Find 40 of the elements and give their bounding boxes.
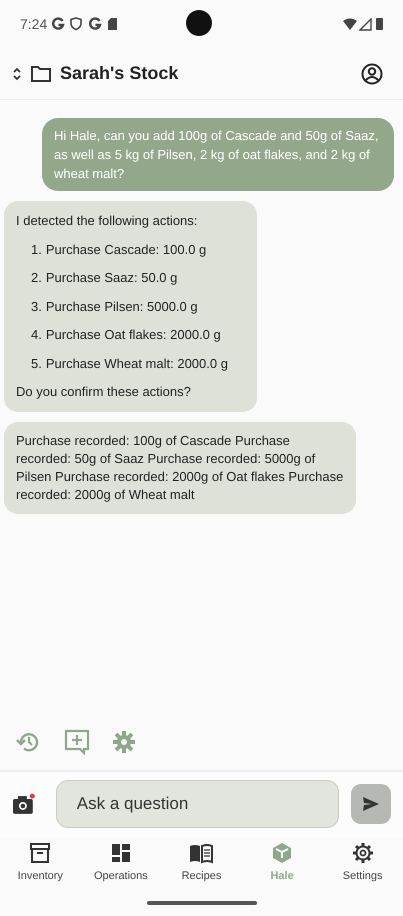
notification-icon — [51, 17, 66, 31]
settings-icon — [352, 842, 374, 864]
dashboard-icon — [110, 842, 132, 864]
status-time: 7:24 — [20, 14, 48, 34]
action-item: Purchase Cascade: 100.0 g — [46, 240, 206, 259]
nav-tab[interactable]: Recipes — [161, 838, 242, 884]
question-field[interactable]: Ask a question — [56, 780, 340, 828]
battery-icon — [376, 18, 383, 30]
sd-card-icon — [108, 18, 118, 30]
app-title: Sarah's Stock — [60, 62, 178, 85]
message-text: Do you confirm these actions? — [16, 383, 192, 401]
nav-tab[interactable]: Operations — [80, 838, 162, 884]
shield-icon — [70, 17, 82, 31]
message-text: I detected the following actions: — [16, 212, 198, 230]
list-number: 4. — [31, 326, 42, 344]
list-number: 3. — [31, 298, 42, 316]
action-item: Purchase Oat flakes: 2000.0 g — [46, 326, 221, 344]
action-item: Purchase Saaz: 50.0 g — [46, 269, 178, 287]
nav-tab[interactable]: Settings — [322, 838, 403, 884]
wifi-icon — [343, 18, 357, 30]
send-icon — [362, 796, 380, 812]
list-number: 2. — [31, 269, 42, 287]
list-number: 5. — [31, 354, 42, 372]
account-icon[interactable] — [361, 62, 383, 84]
book-icon — [189, 842, 214, 864]
expand-icon[interactable] — [12, 66, 22, 82]
cube-icon — [271, 842, 294, 864]
camera-icon[interactable] — [12, 793, 36, 815]
notification-icon — [88, 17, 102, 31]
folder-icon — [30, 64, 52, 82]
nav-tab[interactable]: Inventory — [0, 838, 81, 884]
assistant-message: Purchase recorded: 100g of Cascade Purchase recorded: 50g of Saaz Purchase recorded: 5000g of Pilsen Purchase recorded: 2000g of Oat flakes Purchase recorded: 2000g of Wheat malt — [4, 422, 356, 514]
archive-icon — [29, 842, 52, 864]
action-item: Purchase Pilsen: 5000.0 g — [46, 298, 198, 316]
action-item: Purchase Wheat malt: 2000.0 g — [46, 354, 228, 373]
camera-cutout — [186, 10, 212, 36]
signal-icon — [359, 18, 372, 30]
send-button[interactable] — [351, 784, 391, 824]
list-number: 1. — [31, 240, 42, 258]
user-message: Hi Hale, can you add 100g of Cascade and 50g of Saaz, as well as 5 kg of Pilsen, 2 kg of oat flakes, and 2 kg of wheat malt? — [42, 118, 394, 191]
